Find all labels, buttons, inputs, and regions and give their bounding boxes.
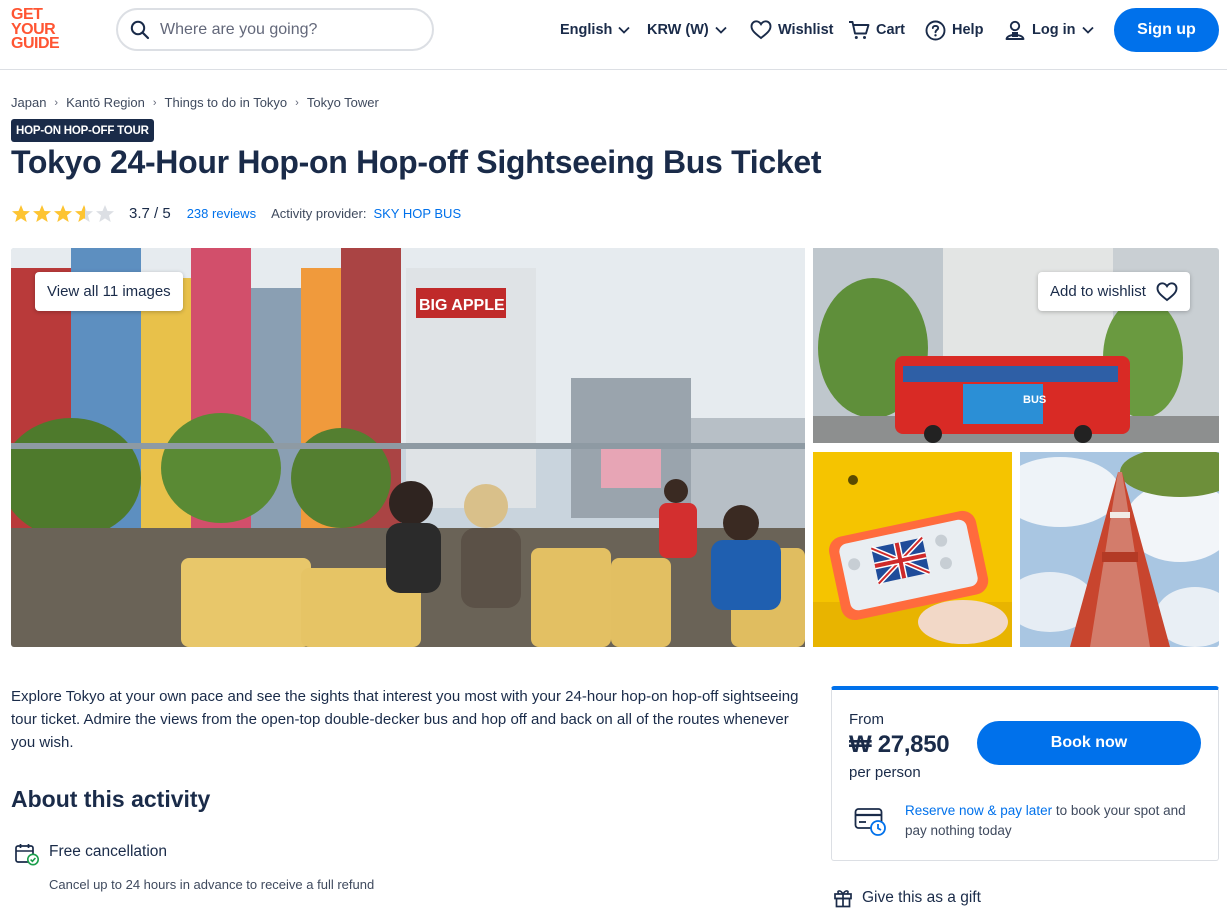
rating-row: 3.7 / 5 238 reviews Activity provider: S… — [11, 203, 461, 223]
getyourguide-logo[interactable]: GET YOUR GUIDE — [11, 7, 71, 54]
star-icon — [33, 204, 51, 222]
language-label: English — [560, 22, 613, 38]
price-value: ₩ 27,850 — [849, 731, 950, 758]
breadcrumb-separator-icon: › — [152, 96, 157, 109]
breadcrumb-item-things-to-do[interactable]: Things to do in Tokyo — [165, 95, 288, 110]
breadcrumb-item-japan[interactable]: Japan — [11, 95, 46, 110]
help-link[interactable]: Help — [925, 18, 983, 42]
wishlist-link[interactable]: Wishlist — [750, 18, 833, 42]
provider-link[interactable]: SKY HOP BUS — [373, 206, 461, 221]
calendar-check-icon — [15, 844, 39, 866]
help-label: Help — [952, 22, 984, 38]
rating-value: 3.7 / 5 — [129, 204, 171, 222]
add-to-wishlist-label: Add to wishlist — [1050, 283, 1146, 300]
gift-icon — [834, 890, 852, 908]
heart-icon — [750, 20, 772, 40]
language-selector[interactable]: English — [560, 18, 631, 42]
add-to-wishlist-button[interactable]: Add to wishlist — [1038, 272, 1190, 311]
chevron-down-icon — [715, 26, 727, 34]
breadcrumb-separator-icon: › — [295, 96, 299, 109]
search-bar[interactable] — [116, 8, 434, 51]
reviews-link[interactable]: 238 reviews — [187, 206, 256, 221]
price-per-label: per person — [849, 764, 921, 781]
card-clock-icon — [854, 808, 886, 836]
price-from-label: From — [849, 711, 884, 728]
top-header: GET YOUR GUIDE English KRW (W) Wishlist … — [0, 0, 1227, 70]
give-as-gift-link[interactable]: Give this as a gift — [833, 888, 981, 908]
star-icon — [54, 204, 72, 222]
photo-audio-guide-device[interactable] — [813, 452, 1012, 647]
breadcrumb-item-tokyo-tower[interactable]: Tokyo Tower — [307, 95, 379, 110]
provider-label: Activity provider: — [271, 205, 367, 221]
star-rating — [11, 204, 115, 223]
login-menu[interactable]: Log in — [1004, 18, 1094, 42]
currency-label: KRW (W) — [647, 22, 709, 38]
breadcrumb: Japan › Kantō Region › Things to do in T… — [11, 95, 379, 110]
category-badge: HOP-ON HOP-OFF TOUR — [11, 119, 154, 142]
user-icon — [1005, 20, 1025, 40]
about-heading: About this activity — [11, 786, 211, 812]
feature-subtitle-free-cancellation: Cancel up to 24 hours in advance to rece… — [49, 877, 375, 892]
book-now-button[interactable]: Book now — [977, 721, 1201, 765]
star-empty-icon — [96, 204, 114, 222]
view-all-images-button[interactable]: View all 11 images — [35, 272, 183, 311]
currency-selector[interactable]: KRW (W) — [647, 18, 727, 42]
login-label: Log in — [1032, 22, 1076, 38]
search-icon — [130, 20, 150, 39]
chevron-down-icon — [618, 26, 631, 34]
reserve-pay-later-link[interactable]: Reserve now & pay later — [905, 803, 1052, 818]
star-icon — [12, 204, 30, 222]
wishlist-label: Wishlist — [778, 22, 834, 38]
activity-description: Explore Tokyo at your own pace and see t… — [11, 688, 799, 751]
cart-link[interactable]: Cart — [848, 18, 905, 42]
heart-icon — [1156, 281, 1178, 301]
help-icon — [925, 20, 946, 40]
feature-title-free-cancellation: Free cancellation — [49, 843, 168, 860]
svg-text:BIG APPLE: BIG APPLE — [419, 297, 505, 314]
breadcrumb-item-kanto[interactable]: Kantō Region — [66, 95, 145, 110]
star-half-icon — [75, 204, 93, 222]
give-as-gift-label: Give this as a gift — [862, 889, 981, 906]
svg-text:BUS: BUS — [1023, 394, 1046, 406]
photo-tokyo-tower[interactable] — [1020, 452, 1219, 647]
page-title: Tokyo 24-Hour Hop-on Hop-off Sightseeing… — [11, 144, 822, 180]
breadcrumb-separator-icon: › — [54, 96, 59, 109]
chevron-down-icon — [1081, 26, 1094, 34]
reserve-pay-later-text: Reserve now & pay later to book your spo… — [905, 801, 1205, 841]
search-input[interactable] — [160, 20, 410, 39]
cart-icon — [849, 21, 870, 39]
sign-up-button[interactable]: Sign up — [1114, 8, 1219, 52]
cart-label: Cart — [876, 22, 906, 38]
booking-box: From ₩ 27,850 per person Book now Reserv… — [831, 686, 1219, 861]
